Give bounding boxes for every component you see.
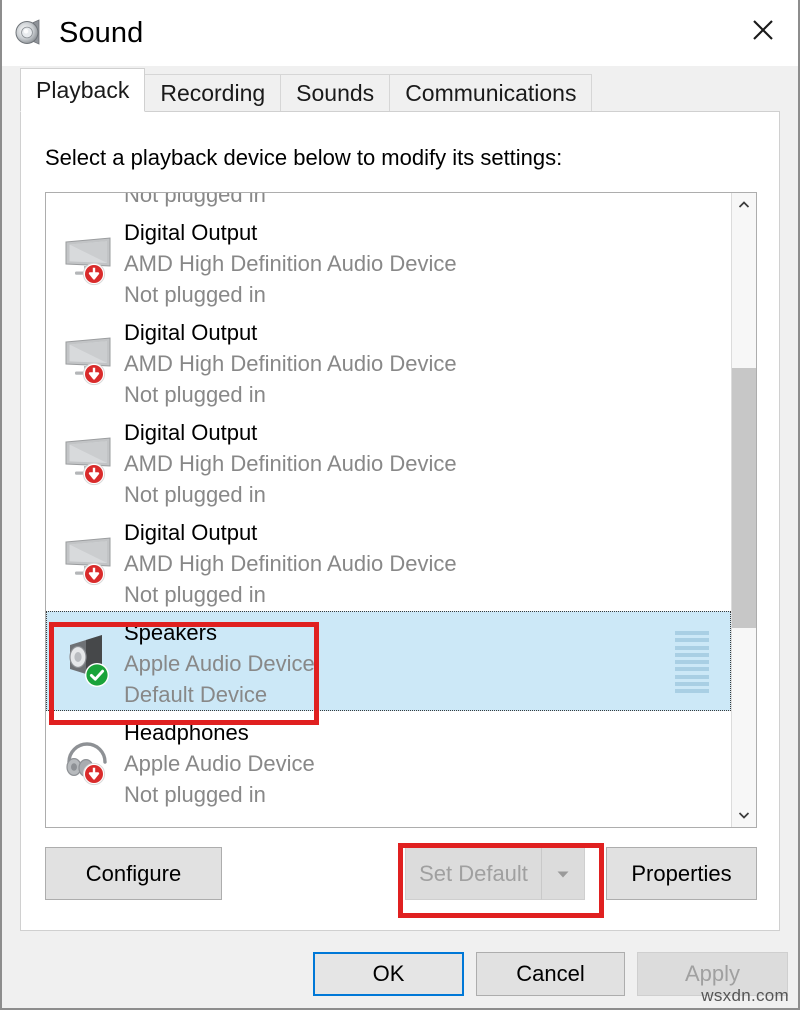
device-list-scrollbar[interactable] xyxy=(731,193,756,827)
instruction-text: Select a playback device below to modify… xyxy=(45,145,562,171)
volume-meter xyxy=(675,631,709,693)
device-info: Digital OutputAMD High Definition Audio … xyxy=(124,517,731,610)
set-default-button[interactable]: Set Default xyxy=(405,847,541,900)
volume-meter-segment xyxy=(675,675,709,679)
device-description: AMD High Definition Audio Device xyxy=(124,248,731,279)
tab-communications[interactable]: Communications xyxy=(389,74,592,112)
title-bar: Sound xyxy=(2,0,798,66)
window-title: Sound xyxy=(59,17,143,50)
tab-communications-label: Communications xyxy=(405,80,576,107)
device-status: Not plugged in xyxy=(124,379,731,410)
device-status: Not plugged in xyxy=(124,279,731,310)
set-default-split-button[interactable]: Set Default xyxy=(405,847,585,900)
device-name: Headphones xyxy=(124,717,731,748)
volume-meter-segment xyxy=(675,638,709,642)
monitor-icon xyxy=(60,228,116,284)
set-default-button-label: Set Default xyxy=(419,861,528,887)
configure-button[interactable]: Configure xyxy=(45,847,222,900)
monitor-icon xyxy=(60,428,116,484)
device-description: Apple Audio Device xyxy=(124,748,731,779)
device-info: Digital OutputAMD High Definition Audio … xyxy=(124,217,731,310)
device-description: AMD High Definition Audio Device xyxy=(124,448,731,479)
tab-recording-label: Recording xyxy=(160,80,265,107)
tab-sounds-label: Sounds xyxy=(296,80,374,107)
device-name: Digital Output xyxy=(124,417,731,448)
set-default-dropdown-arrow-icon[interactable] xyxy=(541,847,585,900)
device-status: Not plugged in xyxy=(124,579,731,610)
ok-button-label: OK xyxy=(373,961,405,987)
speaker-device-icon xyxy=(60,628,116,684)
headphones-icon xyxy=(60,728,116,784)
volume-meter-segment xyxy=(675,667,709,671)
device-name: Digital Output xyxy=(124,217,731,248)
properties-button-label: Properties xyxy=(631,861,731,887)
device-description: AMD High Definition Audio Device xyxy=(124,348,731,379)
sound-dialog: Sound Playback Recording Sounds Communic… xyxy=(0,0,800,1010)
cancel-button-label: Cancel xyxy=(516,961,584,987)
device-status: Default Device xyxy=(124,679,731,710)
volume-meter-segment xyxy=(675,682,709,686)
monitor-icon xyxy=(60,328,116,384)
device-info: Digital OutputAMD High Definition Audio … xyxy=(124,417,731,510)
playback-tab-panel: Select a playback device below to modify… xyxy=(20,111,780,931)
monitor-icon xyxy=(60,528,116,584)
tab-sounds[interactable]: Sounds xyxy=(280,74,390,112)
configure-button-label: Configure xyxy=(86,861,181,887)
device-status: Not plugged in xyxy=(124,193,731,210)
device-list-item[interactable]: SpeakersApple Audio DeviceDefault Device xyxy=(46,611,731,711)
device-list-item[interactable]: Digital OutputAMD High Definition Audio … xyxy=(46,193,731,211)
tab-recording[interactable]: Recording xyxy=(144,74,281,112)
tab-playback-label: Playback xyxy=(36,77,129,104)
playback-device-list[interactable]: Digital OutputAMD High Definition Audio … xyxy=(45,192,757,828)
volume-meter-segment xyxy=(675,646,709,650)
device-list-viewport: Digital OutputAMD High Definition Audio … xyxy=(46,193,731,827)
device-info: Digital OutputAMD High Definition Audio … xyxy=(124,193,731,210)
device-list-item[interactable]: Digital OutputAMD High Definition Audio … xyxy=(46,311,731,411)
device-status: Not plugged in xyxy=(124,479,731,510)
device-info: HeadphonesApple Audio DeviceNot plugged … xyxy=(124,717,731,810)
device-info: Digital OutputAMD High Definition Audio … xyxy=(124,317,731,410)
device-list-item[interactable]: Digital OutputAMD High Definition Audio … xyxy=(46,411,731,511)
volume-meter-segment xyxy=(675,689,709,693)
volume-meter-segment xyxy=(675,631,709,635)
device-name: Speakers xyxy=(124,617,731,648)
device-status: Not plugged in xyxy=(124,779,731,810)
chevron-down-icon[interactable] xyxy=(732,803,756,827)
device-info: SpeakersApple Audio DeviceDefault Device xyxy=(124,617,731,710)
device-description: AMD High Definition Audio Device xyxy=(124,548,731,579)
device-name: Digital Output xyxy=(124,317,731,348)
device-list-item[interactable]: Digital OutputAMD High Definition Audio … xyxy=(46,511,731,611)
ok-button[interactable]: OK xyxy=(313,952,464,996)
device-list-item[interactable]: HeadphonesApple Audio DeviceNot plugged … xyxy=(46,711,731,811)
tab-strip: Playback Recording Sounds Communications xyxy=(20,70,780,112)
device-list-item[interactable]: Digital OutputAMD High Definition Audio … xyxy=(46,211,731,311)
tab-playback[interactable]: Playback xyxy=(20,68,145,112)
cancel-button[interactable]: Cancel xyxy=(476,952,625,996)
watermark: wsxdn.com xyxy=(701,986,789,1006)
chevron-up-icon[interactable] xyxy=(732,193,756,217)
scrollbar-thumb[interactable] xyxy=(732,368,756,628)
close-icon[interactable] xyxy=(728,0,798,60)
device-description: Apple Audio Device xyxy=(124,648,731,679)
volume-meter-segment xyxy=(675,660,709,664)
volume-meter-segment xyxy=(675,653,709,657)
speaker-icon xyxy=(12,16,46,50)
device-list-items: Digital OutputAMD High Definition Audio … xyxy=(46,193,731,811)
properties-button[interactable]: Properties xyxy=(606,847,757,900)
device-name: Digital Output xyxy=(124,517,731,548)
apply-button-label: Apply xyxy=(685,961,740,987)
